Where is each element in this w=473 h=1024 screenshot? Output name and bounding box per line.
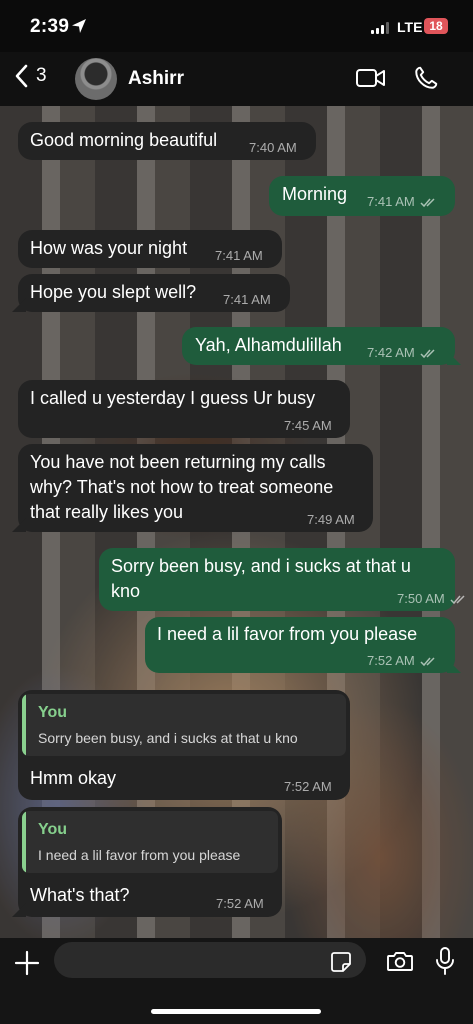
double-check-icon <box>420 657 435 666</box>
message-time: 7:49 AM <box>307 512 355 527</box>
message-time: 7:41 AM <box>367 194 438 209</box>
message-text: I called u yesterday I guess Ur busy <box>30 388 316 408</box>
message-text: Hope you slept well? <box>30 282 197 302</box>
message-incoming[interactable]: Good morning beautiful 7:40 AM <box>18 122 316 160</box>
quoted-message[interactable]: You Sorry been busy, and i sucks at that… <box>22 694 346 756</box>
chat-header: 3 Ashirr <box>0 52 473 106</box>
message-incoming[interactable]: How was your night 7:41 AM <box>18 230 282 268</box>
message-outgoing[interactable]: Morning 7:41 AM <box>269 176 455 216</box>
message-text-line: why? That's not how to treat someone <box>30 477 334 497</box>
message-incoming-reply[interactable]: You Sorry been busy, and i sucks at that… <box>18 690 350 800</box>
message-text: I need a lil favor from you please <box>157 624 418 644</box>
message-time: 7:41 AM <box>223 292 271 307</box>
contact-name[interactable]: Ashirr <box>128 68 184 90</box>
message-text: What's that? <box>30 885 130 905</box>
message-time: 7:52 AM <box>216 896 264 911</box>
message-time: 7:52 AM <box>284 779 332 794</box>
home-indicator <box>151 1009 321 1014</box>
message-incoming[interactable]: I called u yesterday I guess Ur busy 7:4… <box>18 380 350 438</box>
message-text: Morning <box>282 184 348 204</box>
double-check-icon <box>420 349 435 358</box>
message-time: 7:40 AM <box>249 140 297 155</box>
video-call-button[interactable] <box>355 66 387 90</box>
double-check-icon <box>420 198 435 207</box>
back-button[interactable]: 3 <box>14 64 47 88</box>
message-time: 7:41 AM <box>215 248 263 263</box>
battery-level: 18 <box>424 18 448 34</box>
message-time: 7:50 AM <box>397 591 468 606</box>
message-time: 7:45 AM <box>284 418 332 433</box>
status-bar: 2:39 LTE 18 <box>0 0 473 52</box>
message-text: How was your night <box>30 238 188 258</box>
message-text: Good morning beautiful <box>30 130 218 150</box>
quoted-message[interactable]: You I need a lil favor from you please <box>22 811 278 873</box>
message-text-line: that really likes you <box>30 502 184 522</box>
message-text-line: kno <box>111 581 141 601</box>
quote-author: You <box>38 821 68 838</box>
message-text: Hmm okay <box>30 768 117 788</box>
message-time: 7:42 AM <box>367 345 438 360</box>
microphone-icon[interactable] <box>435 946 455 976</box>
message-text: Yah, Alhamdulillah <box>195 335 342 355</box>
unread-count: 3 <box>36 65 47 86</box>
message-outgoing[interactable]: Yah, Alhamdulillah 7:42 AM <box>182 327 461 365</box>
message-text-line: You have not been returning my calls <box>30 452 326 472</box>
double-check-icon <box>450 595 465 604</box>
message-text-line: Sorry been busy, and i sucks at that u <box>111 556 411 576</box>
message-outgoing[interactable]: Sorry been busy, and i sucks at that u k… <box>99 548 465 611</box>
message-time: 7:52 AM <box>367 653 438 668</box>
plus-icon[interactable] <box>14 950 40 976</box>
status-time: 2:39 <box>30 16 70 37</box>
camera-icon[interactable] <box>386 949 414 973</box>
message-input[interactable] <box>54 942 366 978</box>
avatar[interactable] <box>75 58 117 100</box>
cellular-signal-icon <box>371 22 389 34</box>
quote-text: I need a lil favor from you please <box>38 847 241 863</box>
message-outgoing[interactable]: I need a lil favor from you please 7:52 … <box>145 617 461 673</box>
quote-author: You <box>38 704 68 721</box>
message-incoming-reply[interactable]: You I need a lil favor from you please W… <box>12 807 282 917</box>
sticker-icon[interactable] <box>330 951 352 973</box>
network-type: LTE <box>397 19 423 35</box>
quote-text: Sorry been busy, and i sucks at that u k… <box>38 730 298 746</box>
location-arrow-icon <box>72 19 86 33</box>
chevron-left-icon <box>15 64 28 88</box>
message-incoming[interactable]: You have not been returning my calls why… <box>12 444 373 532</box>
message-incoming[interactable]: Hope you slept well? 7:41 AM <box>12 274 290 312</box>
voice-call-button[interactable] <box>413 65 439 91</box>
